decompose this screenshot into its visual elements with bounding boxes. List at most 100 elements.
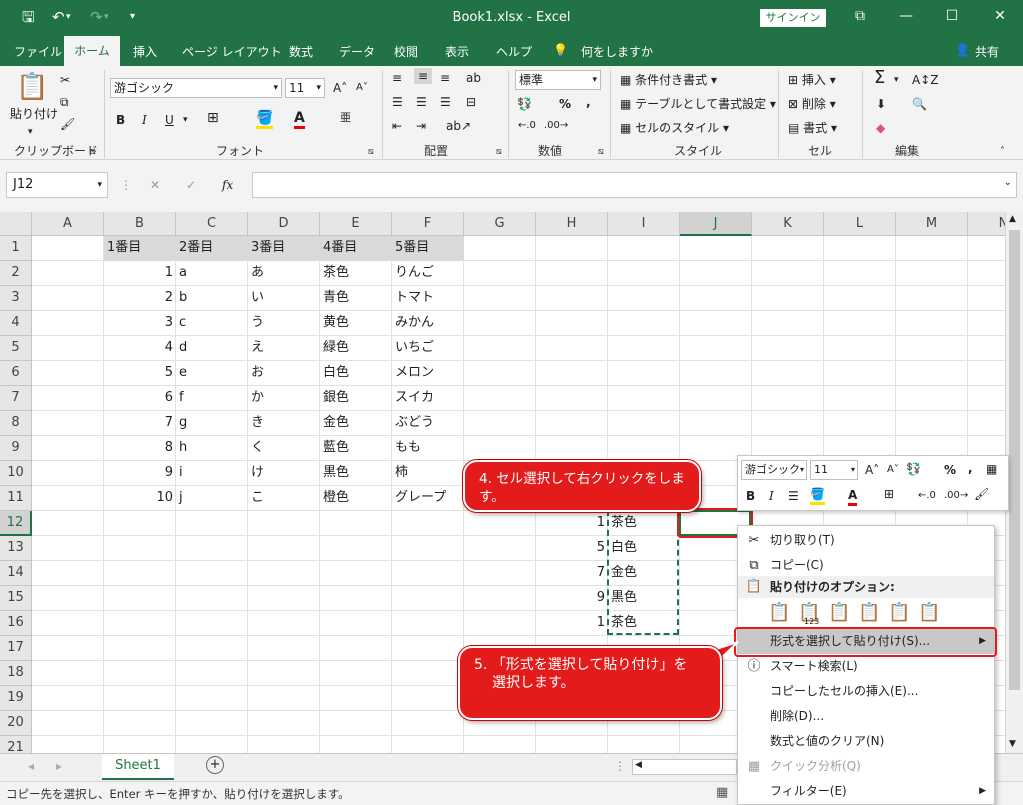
- grow-font-icon[interactable]: A˄: [333, 80, 347, 96]
- align-top-icon[interactable]: ≡: [392, 70, 402, 86]
- select-all-corner[interactable]: [0, 212, 32, 236]
- data-cell[interactable]: け: [248, 461, 320, 486]
- menu-item-delete[interactable]: 削除(D)...: [738, 704, 994, 729]
- data-cell[interactable]: か: [248, 386, 320, 411]
- header-cell[interactable]: 2番目: [176, 236, 248, 261]
- tab-page-layout[interactable]: ページ レイアウト: [182, 43, 282, 60]
- customize-qat-icon[interactable]: ▾: [130, 8, 135, 26]
- header-cell[interactable]: 1番目: [104, 236, 176, 261]
- copy-icon[interactable]: ⧉: [60, 94, 69, 110]
- decrease-indent-icon[interactable]: ⇤: [392, 118, 402, 134]
- scroll-down-icon[interactable]: ▼: [1009, 739, 1016, 749]
- currency-icon[interactable]: 💱: [517, 96, 532, 112]
- mini-size-select[interactable]: 11 ▾: [810, 460, 858, 480]
- underline-icon[interactable]: U: [165, 112, 174, 128]
- data-cell[interactable]: いちご: [392, 336, 464, 361]
- mini-percent-icon[interactable]: %: [944, 462, 956, 478]
- paste-icon[interactable]: 📋: [16, 72, 48, 102]
- data-cell[interactable]: 白色: [320, 361, 392, 386]
- next-sheet-icon[interactable]: ▸: [56, 759, 62, 773]
- mini-increase-decimal-icon[interactable]: ←.0: [918, 488, 936, 504]
- bold-icon[interactable]: B: [116, 112, 125, 128]
- data-cell[interactable]: f: [176, 386, 248, 411]
- data-cell[interactable]: 黄色: [320, 311, 392, 336]
- formula-input[interactable]: ⌄: [252, 172, 1017, 198]
- column-header-k[interactable]: K: [752, 212, 824, 236]
- font-color-icon[interactable]: A: [294, 110, 305, 129]
- row-header-19[interactable]: 19: [0, 686, 32, 711]
- insert-function-icon[interactable]: fx: [222, 177, 233, 193]
- data-cell[interactable]: d: [176, 336, 248, 361]
- autosum-dropdown-icon[interactable]: ▾: [894, 72, 899, 88]
- undo-dropdown-icon[interactable]: ▾: [66, 8, 71, 26]
- format-painter-icon[interactable]: 🖌: [60, 116, 75, 132]
- data-cell[interactable]: あ: [248, 261, 320, 286]
- row-header-1[interactable]: 1: [0, 236, 32, 261]
- italic-icon[interactable]: I: [142, 112, 147, 128]
- column-header-c[interactable]: C: [176, 212, 248, 236]
- data-cell[interactable]: 柿: [392, 461, 464, 486]
- font-name-select[interactable]: 游ゴシック ▾: [110, 78, 282, 98]
- paste-formulas-icon[interactable]: 📋: [828, 602, 850, 623]
- scroll-up-icon[interactable]: ▲: [1009, 214, 1016, 224]
- data-cell[interactable]: g: [176, 411, 248, 436]
- comma-icon[interactable]: ,: [586, 94, 591, 110]
- number-launcher-icon[interactable]: ⧅: [598, 144, 604, 160]
- data-cell[interactable]: トマト: [392, 286, 464, 311]
- copied-number-cell[interactable]: 1: [536, 511, 608, 536]
- row-header-5[interactable]: 5: [0, 336, 32, 361]
- header-cell[interactable]: 3番目: [248, 236, 320, 261]
- conditional-formatting-button[interactable]: ▦ 条件付き書式 ▾: [620, 72, 717, 88]
- delete-cells-button[interactable]: ⊠ 削除 ▾: [788, 96, 836, 112]
- data-cell[interactable]: 3: [104, 311, 176, 336]
- orientation-text-icon[interactable]: ab↗: [446, 118, 471, 134]
- paste-transpose-icon[interactable]: 📋: [858, 602, 880, 623]
- horizontal-scrollbar[interactable]: ◀: [632, 759, 737, 775]
- save-icon[interactable]: 🖫: [22, 8, 35, 26]
- mini-grow-font-icon[interactable]: A˄: [865, 462, 879, 478]
- data-cell[interactable]: こ: [248, 486, 320, 511]
- tab-home[interactable]: ホーム: [64, 36, 120, 66]
- data-cell[interactable]: う: [248, 311, 320, 336]
- mini-currency-icon[interactable]: 💱: [906, 461, 921, 477]
- align-center-icon[interactable]: ☰: [416, 94, 427, 110]
- clear-icon[interactable]: ◆: [876, 120, 885, 136]
- signin-button[interactable]: サインイン: [760, 9, 826, 27]
- data-cell[interactable]: c: [176, 311, 248, 336]
- data-cell[interactable]: 4: [104, 336, 176, 361]
- column-header-a[interactable]: A: [32, 212, 104, 236]
- align-right-icon[interactable]: ☰: [440, 94, 451, 110]
- menu-item-copy[interactable]: ⧉ コピー(C): [738, 553, 994, 578]
- copied-number-cell[interactable]: 7: [536, 561, 608, 586]
- header-cell[interactable]: 5番目: [392, 236, 464, 261]
- collapse-ribbon-icon[interactable]: ˄: [1000, 144, 1005, 160]
- menu-item-cut[interactable]: ✂ 切り取り(T): [738, 528, 994, 553]
- scroll-thumb[interactable]: [1009, 230, 1020, 690]
- alignment-launcher-icon[interactable]: ⧅: [496, 144, 502, 160]
- mini-font-select[interactable]: 游ゴシック ▾: [741, 460, 807, 480]
- data-cell[interactable]: e: [176, 361, 248, 386]
- insert-cells-button[interactable]: ⊞ 挿入 ▾: [788, 72, 836, 88]
- cell-styles-button[interactable]: ▦ セルのスタイル ▾: [620, 120, 729, 136]
- font-size-select[interactable]: 11 ▾: [285, 78, 325, 98]
- data-cell[interactable]: b: [176, 286, 248, 311]
- row-header-10[interactable]: 10: [0, 461, 32, 486]
- cut-icon[interactable]: ✂: [60, 72, 70, 88]
- row-header-8[interactable]: 8: [0, 411, 32, 436]
- header-cell[interactable]: 4番目: [320, 236, 392, 261]
- column-header-n[interactable]: N: [968, 212, 1005, 236]
- row-header-18[interactable]: 18: [0, 661, 32, 686]
- mini-comma-icon[interactable]: ,: [968, 460, 973, 476]
- row-header-12[interactable]: 12: [0, 511, 32, 536]
- fill-icon[interactable]: ⬇: [876, 96, 886, 112]
- row-header-4[interactable]: 4: [0, 311, 32, 336]
- data-cell[interactable]: ぶどう: [392, 411, 464, 436]
- column-header-g[interactable]: G: [464, 212, 536, 236]
- row-header-11[interactable]: 11: [0, 486, 32, 511]
- mini-shrink-font-icon[interactable]: A˅: [887, 462, 899, 478]
- format-as-table-button[interactable]: ▦ テーブルとして書式設定 ▾: [620, 96, 776, 112]
- mini-font-color-icon[interactable]: A: [848, 487, 858, 506]
- mini-italic-icon[interactable]: I: [769, 488, 774, 504]
- data-cell[interactable]: 青色: [320, 286, 392, 311]
- mini-decrease-decimal-icon[interactable]: .00→: [944, 488, 968, 504]
